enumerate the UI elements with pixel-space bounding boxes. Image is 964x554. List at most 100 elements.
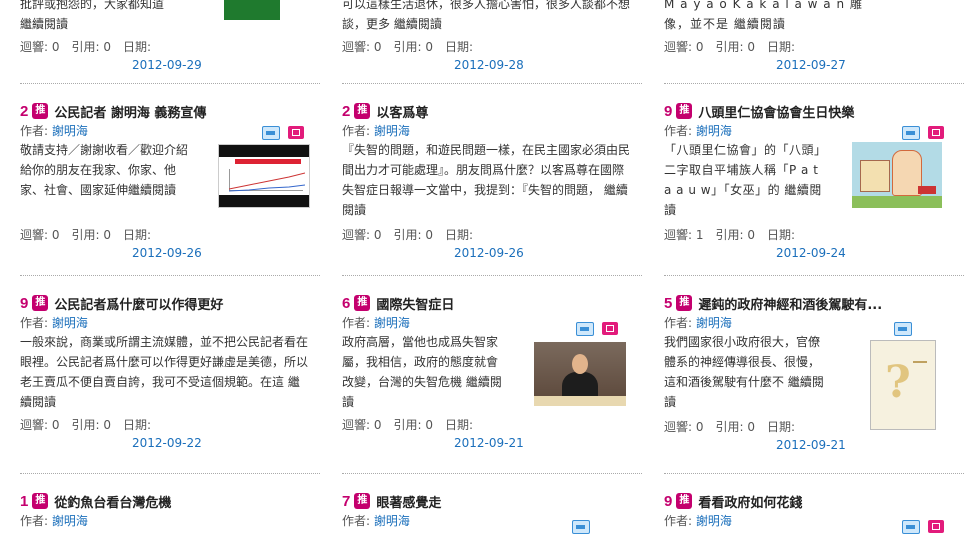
article-entry: 6 推 國際失智症日 作者: 謝明海 政府高層，當他也成爲失智家屬，我相信，政府… [342,276,642,474]
video-icon[interactable] [928,126,944,139]
image-icon[interactable] [576,322,594,336]
article-thumbnail[interactable] [218,144,310,208]
recommend-badge-icon[interactable]: 推 [676,295,693,311]
article-date: 2012-09-21 [454,436,524,450]
article-header: 2 推 以客爲尊 [342,100,428,122]
recommend-badge-icon[interactable]: 推 [32,103,49,119]
recommend-count: 7 [342,492,351,510]
article-column-3: M a y a o K a k a l a w a n 雕像，並不是 繼續閱讀 … [664,0,964,554]
read-more-link[interactable]: 繼續閱讀 [20,17,68,31]
thumb-title-stripe [235,159,301,164]
recommend-count: 6 [342,294,351,312]
image-icon[interactable] [902,126,920,140]
article-thumbnail[interactable]: ? [870,340,936,430]
article-header: 9 推 八頭里仁協會協會生日快樂 [664,100,854,122]
author-link[interactable]: 謝明海 [696,514,732,528]
video-icon[interactable] [928,520,944,533]
article-excerpt: 敬請支持／謝謝收看／歡迎介紹給你的朋友在我家、你家、他家、社會、國家延伸繼續閱讀 [20,143,189,197]
article-entry: 可以這樣生活退休，很多人擔心害怕，很多人談都不想談，更多 繼續閱讀 迴響: 0 … [342,0,642,84]
article-stats: 迴響: 0 引用: 0 日期: [664,40,796,54]
article-thumbnail[interactable] [224,0,280,20]
article-entry: 9 推 看看政府如何花錢 作者: 謝明海 [664,474,964,554]
article-stats: 迴響: 1 引用: 0 日期: [664,228,796,242]
article-date: 2012-09-28 [454,58,524,72]
article-title-link[interactable]: 八頭里仁協會協會生日快樂 [698,102,854,121]
article-entry: 1 推 從釣魚台看台灣危機 作者: 謝明海 [20,474,320,554]
article-date: 2012-09-26 [132,246,202,260]
article-date: 2012-09-24 [776,246,846,260]
author-link[interactable]: 謝明海 [374,316,410,330]
thumb-chart-lines [229,172,305,192]
article-date: 2012-09-26 [454,246,524,260]
video-icon[interactable] [288,126,304,139]
recommend-count: 9 [664,102,673,120]
media-icons [894,322,912,336]
image-icon[interactable] [902,520,920,534]
article-excerpt: 我們國家很小政府很大，官僚體系的神經傳導很長、很慢，這和酒後駕駛有什麼不 繼續閱… [664,335,824,409]
recommend-count: 2 [342,102,351,120]
recommend-count: 9 [20,294,29,312]
image-icon[interactable] [894,322,912,336]
article-header: 7 推 眼著感覺走 [342,490,441,512]
video-icon[interactable] [602,322,618,335]
article-entry: 5 推 遲鈍的政府神經和酒後駕駛有... 作者: 謝明海 我們國家很小政府很大，… [664,276,964,474]
article-stats: 迴響: 0 引用: 0 日期: [342,40,474,54]
article-header: 9 推 看看政府如何花錢 [664,490,802,512]
article-entry: 9 推 八頭里仁協會協會生日快樂 作者: 謝明海 「八頭里仁協會」的「八頭」二字… [664,84,964,276]
media-icons [902,520,944,534]
recommend-badge-icon[interactable]: 推 [354,295,371,311]
article-title-link[interactable]: 看看政府如何花錢 [698,492,802,511]
article-title-link[interactable]: 國際失智症日 [376,294,454,313]
article-author: 作者: 謝明海 [342,316,410,330]
article-title-link[interactable]: 公民記者 謝明海 義務宣傳 [54,102,206,121]
article-title-link[interactable]: 以客爲尊 [376,102,428,121]
article-stats: 迴響: 0 引用: 0 日期: [20,418,152,432]
recommend-badge-icon[interactable]: 推 [676,103,693,119]
author-link[interactable]: 謝明海 [696,316,732,330]
article-title-link[interactable]: 眼著感覺走 [376,492,441,511]
article-date: 2012-09-22 [132,436,202,450]
article-title-link[interactable]: 從釣魚台看台灣危機 [54,492,171,511]
media-icons [902,126,944,140]
article-thumbnail[interactable] [534,342,626,406]
article-author: 作者: 謝明海 [664,514,732,528]
author-link[interactable]: 謝明海 [52,316,88,330]
article-entry: 9 推 公民記者爲什麼可以作得更好 作者: 謝明海 一般來說，商業或所謂主流媒體… [20,276,320,474]
article-title-link[interactable]: 公民記者爲什麼可以作得更好 [54,294,223,313]
article-entry: 2 推 公民記者 謝明海 義務宣傳 作者: 謝明海 敬請支持／謝謝收看／歡迎介紹… [20,84,320,276]
article-excerpt: 批評或抱怨的，大家都知道 繼續閱讀 [20,0,165,31]
recommend-badge-icon[interactable]: 推 [354,493,371,509]
recommend-count: 5 [664,294,673,312]
author-link[interactable]: 謝明海 [374,514,410,528]
author-link[interactable]: 謝明海 [52,514,88,528]
media-icons [262,126,304,140]
recommend-count: 2 [20,102,29,120]
media-icons [572,520,590,534]
article-column-2: 可以這樣生活退休，很多人擔心害怕，很多人談都不想談，更多 繼續閱讀 迴響: 0 … [342,0,642,554]
article-author: 作者: 謝明海 [20,316,88,330]
media-icons [576,322,618,336]
article-entry: 7 推 眼著感覺走 作者: 謝明海 [342,474,642,554]
recommend-badge-icon[interactable]: 推 [354,103,371,119]
article-thumbnail[interactable] [852,142,942,208]
thumb-bar [219,195,309,207]
article-entry: M a y a o K a k a l a w a n 雕像，並不是 繼續閱讀 … [664,0,964,84]
article-stats: 迴響: 0 引用: 0 日期: [342,418,474,432]
author-link[interactable]: 謝明海 [52,124,88,138]
recommend-badge-icon[interactable]: 推 [676,493,693,509]
author-link[interactable]: 謝明海 [696,124,732,138]
article-title-link[interactable]: 遲鈍的政府神經和酒後駕駛有... [698,294,882,313]
recommend-badge-icon[interactable]: 推 [32,493,49,509]
article-excerpt: 『失智的問題，和遊民問題一樣，在民主國家必須由民間出力才可能處理』。朋友問爲什麼… [342,143,631,217]
image-icon[interactable] [262,126,280,140]
article-excerpt: M a y a o K a k a l a w a n 雕像，並不是 繼續閱讀 [664,0,863,31]
article-header: 6 推 國際失智症日 [342,292,454,314]
recommend-badge-icon[interactable]: 推 [32,295,49,311]
article-header: 2 推 公民記者 謝明海 義務宣傳 [20,100,206,122]
article-author: 作者: 謝明海 [342,124,410,138]
author-link[interactable]: 謝明海 [374,124,410,138]
recommend-count: 1 [20,492,29,510]
image-icon[interactable] [572,520,590,534]
article-excerpt: 「八頭里仁協會」的「八頭」二字取自平埔族人稱「P a t a a u w」「女巫… [664,143,822,217]
article-stats: 迴響: 0 引用: 0 日期: [664,420,796,434]
